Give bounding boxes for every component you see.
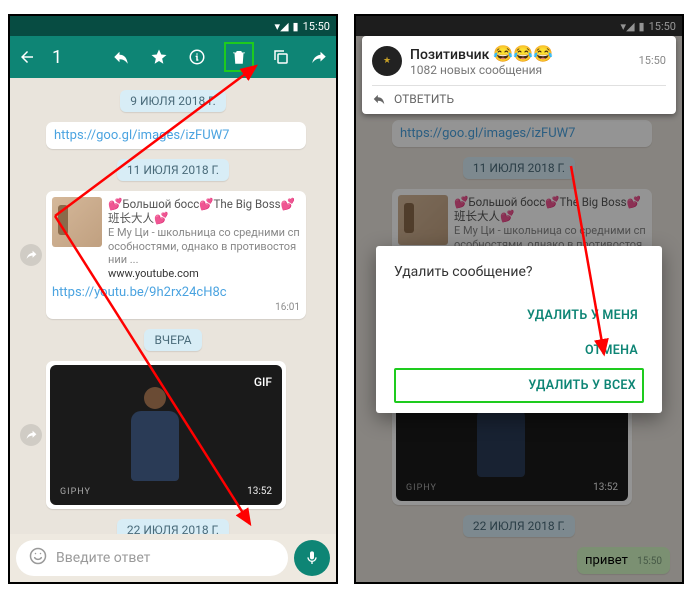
delete-dialog: Удалить сообщение? УДАЛИТЬ У МЕНЯ ОТМЕНА… <box>376 246 662 413</box>
date-separator: 9 ИЮЛЯ 2018 Г. <box>120 90 225 112</box>
message-link[interactable]: https://goo.gl/images/izFUW7 <box>46 122 306 149</box>
message-time: 16:01 <box>52 302 300 313</box>
selection-count: 1 <box>52 47 100 68</box>
dialog-title: Удалить сообщение? <box>394 264 644 280</box>
chat-area[interactable]: 9 ИЮЛЯ 2018 Г. https://goo.gl/images/izF… <box>10 78 336 534</box>
preview-thumbnail <box>52 197 102 247</box>
notification-avatar: ★ <box>372 46 402 76</box>
link-text[interactable]: https://goo.gl/images/izFUW7 <box>54 128 229 143</box>
trash-icon[interactable] <box>228 46 250 68</box>
input-placeholder: Введите ответ <box>56 550 150 566</box>
gif-brand: GIPHY <box>60 487 91 497</box>
preview-site: www.youtube.com <box>108 267 300 281</box>
battery-icon: ▮ <box>293 20 299 33</box>
mic-button[interactable] <box>294 540 330 576</box>
forward-icon[interactable] <box>308 46 330 68</box>
star-icon[interactable] <box>148 46 170 68</box>
date-separator: 22 ИЮЛЯ 2018 Г. <box>117 519 229 534</box>
reply-label: ОТВЕТИТЬ <box>394 92 454 106</box>
notification-emoji: 😂😂😂 <box>493 44 553 63</box>
message-input[interactable]: Введите ответ <box>16 540 288 576</box>
gif-image[interactable]: GIF GIPHY 13:52 <box>50 365 282 505</box>
date-separator: 11 ИЮЛЯ 2018 Г. <box>117 159 229 181</box>
notification-time: 15:50 <box>639 54 666 67</box>
forward-badge-icon[interactable] <box>20 244 42 266</box>
notification-title: Позитивчик <box>410 47 489 63</box>
reply-icon[interactable] <box>110 46 132 68</box>
notification-card[interactable]: ★ Позитивчик 😂😂😂 1082 новых сообщения 15… <box>362 36 676 114</box>
link-text[interactable]: https://youtu.be/9h2rx24cH8c <box>52 285 300 300</box>
forward-badge-icon[interactable] <box>20 424 42 446</box>
delete-highlight-box <box>224 42 254 72</box>
date-separator: ВЧЕРА <box>144 329 201 351</box>
message-composer: Введите ответ <box>10 534 336 582</box>
info-icon[interactable] <box>186 46 208 68</box>
signal-icon: ▾◢ <box>275 20 289 33</box>
left-screenshot: ▾◢ ▮ 15:50 1 <box>8 14 338 584</box>
delete-for-me-button[interactable]: УДАЛИТЬ У МЕНЯ <box>394 298 644 333</box>
message-preview-card[interactable]: 💕Большой босс💕The Big Boss💕班长大人💕 Е Му Ци… <box>46 191 306 319</box>
gif-label: GIF <box>254 375 272 389</box>
message-gif[interactable]: GIF GIPHY 13:52 <box>46 361 286 509</box>
right-screenshot: ▾◢ ▮ 15:50 https://goo.gl/images/izFUW7 … <box>354 14 684 584</box>
copy-icon[interactable] <box>270 46 292 68</box>
back-icon[interactable] <box>16 46 38 68</box>
cancel-button[interactable]: ОТМЕНА <box>394 333 644 368</box>
message-time: 13:52 <box>247 486 272 497</box>
notification-reply-button[interactable]: ОТВЕТИТЬ <box>372 85 666 106</box>
preview-title: 💕Большой босс💕The Big Boss💕班长大人💕 <box>108 197 300 226</box>
status-bar: ▾◢ ▮ 15:50 <box>10 16 336 36</box>
delete-for-everyone-button[interactable]: УДАЛИТЬ У ВСЕХ <box>394 368 644 403</box>
emoji-icon[interactable] <box>28 546 48 570</box>
notification-subtitle: 1082 новых сообщения <box>410 63 553 77</box>
preview-description: Е Му Ци - школьница со средними способно… <box>108 226 300 267</box>
status-time: 15:50 <box>303 20 330 33</box>
selection-action-bar: 1 <box>10 36 336 78</box>
